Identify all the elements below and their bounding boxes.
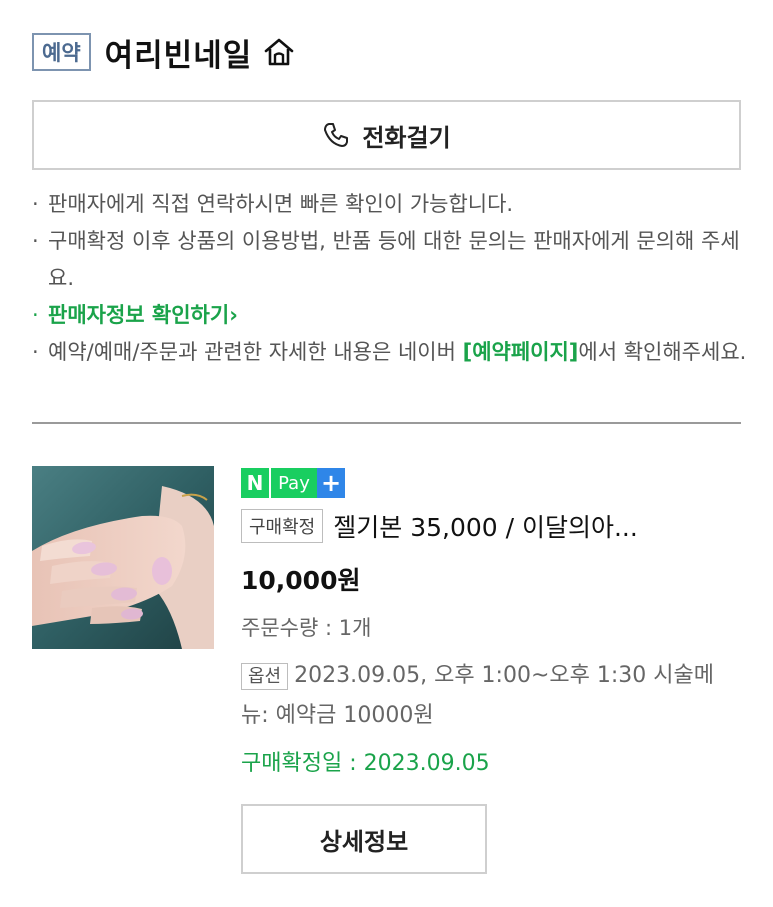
option-text: 2023.09.05, 오후 1:00~오후 1:30 시술메뉴: 예약금 10…: [241, 663, 714, 728]
detail-button[interactable]: 상세정보: [241, 804, 487, 874]
divider: [32, 422, 741, 424]
bullet: ·: [32, 303, 39, 327]
product-title[interactable]: 젤기본 35,000 / 이달의아...: [333, 508, 638, 544]
notice-item: · 판매자정보 확인하기›: [32, 297, 752, 334]
bullet: ·: [32, 192, 39, 216]
npay-badge: N Pay +: [241, 468, 345, 498]
notice-item: · 구매확정 이후 상품의 이용방법, 반품 등에 대한 문의는 판매자에게 문…: [32, 223, 752, 297]
notice-text: 에서 확인해주세요.: [578, 340, 747, 364]
order-status-badge: 구매확정: [241, 509, 324, 543]
npay-plus-icon: +: [317, 468, 345, 498]
notice-text: 판매자에게 직접 연락하시면 빠른 확인이 가능합니다.: [48, 192, 514, 216]
order-quantity: 주문수량 : 1개: [241, 616, 372, 640]
bullet: ·: [32, 229, 39, 253]
reservation-page-link[interactable]: [예약페이지]: [463, 340, 579, 364]
notice-text: 예약/예매/주문과 관련한 자세한 내용은 네이버: [48, 340, 463, 364]
order-item: N Pay + 구매확정 젤기본 35,000 / 이달의아... 10,000…: [241, 468, 741, 777]
bullet: ·: [32, 340, 39, 364]
phone-icon: [324, 123, 349, 147]
nail-photo: [32, 466, 214, 649]
home-icon[interactable]: [262, 35, 296, 69]
seller-info-link[interactable]: 판매자정보 확인하기: [48, 303, 229, 327]
chevron-right-icon: ›: [229, 303, 238, 327]
reservation-badge: 예약: [32, 33, 91, 71]
confirm-date: 구매확정일 : 2023.09.05: [241, 751, 490, 776]
naver-n-icon: N: [241, 468, 271, 498]
notice-list: · 판매자에게 직접 연락하시면 빠른 확인이 가능합니다. · 구매확정 이후…: [32, 186, 752, 371]
npay-pay-label: Pay: [271, 468, 317, 498]
notice-text: 구매확정 이후 상품의 이용방법, 반품 등에 대한 문의는 판매자에게 문의해…: [48, 229, 740, 290]
option-info: 옵션 2023.09.05, 오후 1:00~오후 1:30 시술메뉴: 예약금 …: [241, 656, 741, 735]
call-button-label: 전화걸기: [362, 123, 451, 152]
option-tag: 옵션: [241, 663, 289, 690]
title-row: 구매확정 젤기본 35,000 / 이달의아...: [241, 507, 741, 545]
shop-header: 예약 여리빈네일: [32, 30, 296, 74]
product-thumbnail[interactable]: [32, 466, 214, 649]
shop-name[interactable]: 여리빈네일: [105, 30, 253, 75]
notice-item: · 판매자에게 직접 연락하시면 빠른 확인이 가능합니다.: [32, 186, 752, 223]
notice-item: · 예약/예매/주문과 관련한 자세한 내용은 네이버 [예약페이지]에서 확인…: [32, 334, 752, 371]
call-button[interactable]: 전화걸기: [32, 100, 741, 170]
product-price: 10,000원: [241, 566, 361, 595]
